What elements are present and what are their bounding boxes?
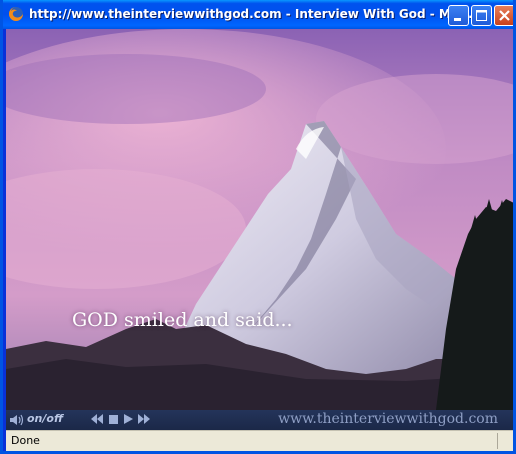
flash-content[interactable]: GOD smiled and said... — [6, 29, 513, 410]
minimize-icon — [454, 18, 461, 21]
maximize-icon — [476, 10, 487, 21]
player-control-bar: on/off www.theinterviewwithgod.com — [6, 410, 513, 430]
maximize-button[interactable] — [471, 5, 492, 26]
mountain-scene-image — [6, 29, 513, 410]
close-button[interactable] — [494, 5, 513, 26]
minimize-button[interactable] — [448, 5, 469, 26]
window-title: http://www.theinterviewwithgod.com - Int… — [29, 7, 473, 21]
status-bar: Done — [6, 430, 513, 451]
rewind-icon[interactable] — [90, 413, 104, 425]
play-icon[interactable] — [123, 413, 134, 425]
firefox-icon — [9, 7, 23, 21]
site-url-link[interactable]: www.theinterviewwithgod.com — [278, 411, 498, 427]
status-divider — [497, 433, 498, 449]
sound-toggle[interactable]: on/off — [27, 412, 63, 425]
close-icon — [499, 10, 510, 21]
browser-window: http://www.theinterviewwithgod.com - Int… — [0, 0, 516, 454]
caption-text: GOD smiled and said... — [72, 309, 293, 331]
speaker-icon[interactable] — [9, 413, 25, 427]
title-bar[interactable]: http://www.theinterviewwithgod.com - Int… — [3, 0, 513, 29]
status-text: Done — [11, 434, 40, 447]
fast-forward-icon[interactable] — [137, 413, 151, 425]
stop-icon[interactable] — [108, 413, 119, 425]
